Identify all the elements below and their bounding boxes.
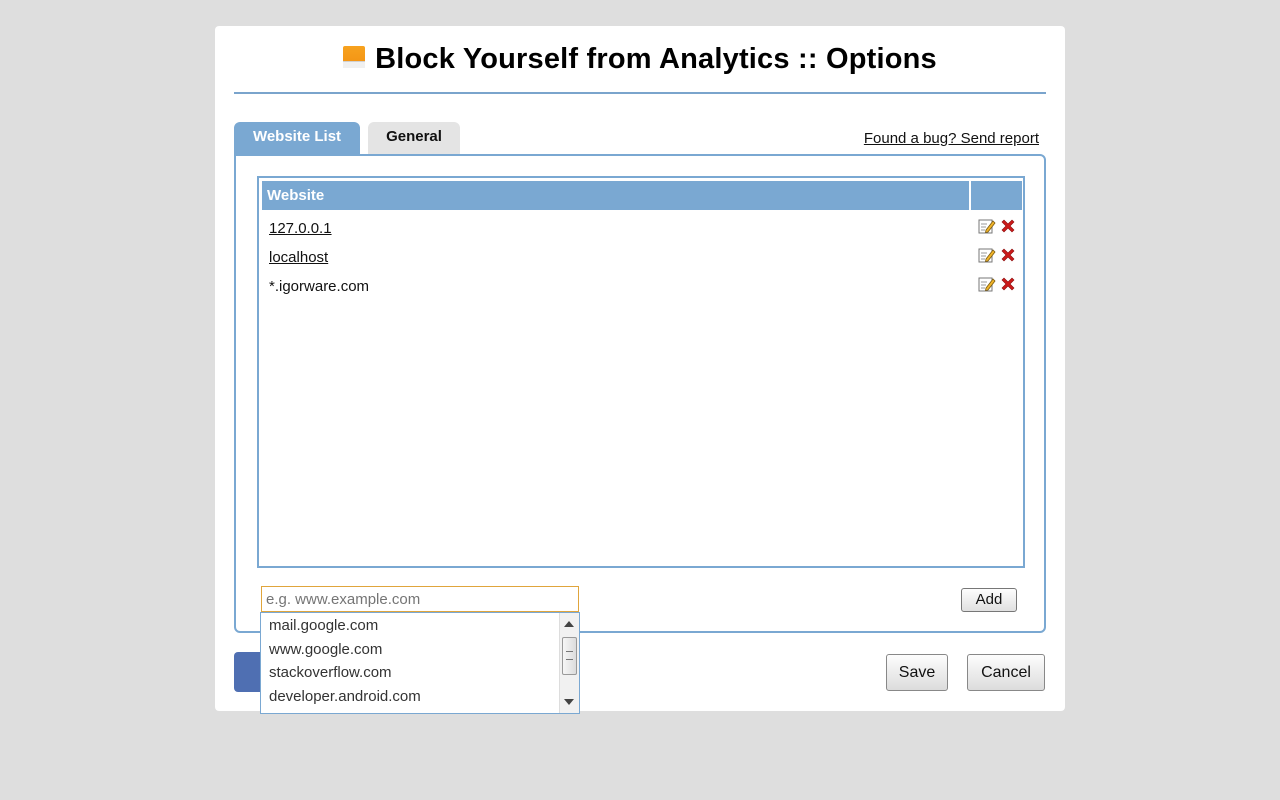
edit-icon[interactable] bbox=[978, 217, 996, 235]
send-bug-report-link[interactable]: Found a bug? Send report bbox=[864, 130, 1039, 147]
delete-icon[interactable] bbox=[999, 246, 1017, 264]
row-actions bbox=[975, 275, 1017, 293]
scroll-down-icon[interactable] bbox=[564, 699, 574, 705]
delete-icon[interactable] bbox=[999, 217, 1017, 235]
dropdown-scrollbar[interactable] bbox=[559, 613, 579, 713]
autocomplete-option[interactable]: stackoverflow.com bbox=[269, 664, 392, 681]
list-item: localhost bbox=[269, 243, 1017, 271]
autocomplete-dropdown: mail.google.com www.google.com stackover… bbox=[260, 612, 580, 714]
website-link[interactable]: localhost bbox=[269, 249, 328, 266]
page-header: Block Yourself from Analytics :: Options bbox=[234, 26, 1046, 94]
add-button[interactable]: Add bbox=[961, 588, 1017, 612]
options-panel: Block Yourself from Analytics :: Options… bbox=[215, 26, 1065, 711]
tab-bar: Website List General bbox=[234, 122, 468, 154]
scroll-thumb[interactable] bbox=[562, 637, 577, 675]
autocomplete-option[interactable]: mail.google.com bbox=[269, 617, 378, 634]
tab-content-website-list: Website 127.0.0.1 localhost *.igorware.c… bbox=[234, 154, 1046, 633]
page-title: Block Yourself from Analytics :: Options bbox=[375, 42, 937, 75]
list-item: 127.0.0.1 bbox=[269, 214, 1017, 242]
website-text: *.igorware.com bbox=[269, 278, 370, 295]
website-input[interactable] bbox=[261, 586, 579, 612]
row-actions bbox=[975, 217, 1017, 235]
analytics-logo-icon bbox=[343, 46, 366, 68]
column-header-website: Website bbox=[267, 187, 325, 204]
tab-general[interactable]: General bbox=[368, 122, 460, 154]
website-link[interactable]: 127.0.0.1 bbox=[269, 220, 332, 237]
tab-website-list[interactable]: Website List bbox=[234, 122, 360, 154]
cancel-button[interactable]: Cancel bbox=[967, 654, 1045, 691]
edit-icon[interactable] bbox=[978, 275, 996, 293]
row-actions bbox=[975, 246, 1017, 264]
scroll-up-icon[interactable] bbox=[564, 621, 574, 627]
autocomplete-option[interactable]: developer.android.com bbox=[269, 688, 421, 705]
edit-icon[interactable] bbox=[978, 246, 996, 264]
list-item: *.igorware.com bbox=[269, 272, 1017, 300]
column-separator bbox=[969, 181, 971, 210]
website-list: Website 127.0.0.1 localhost *.igorware.c… bbox=[257, 176, 1025, 568]
autocomplete-option[interactable]: www.google.com bbox=[269, 641, 382, 658]
delete-icon[interactable] bbox=[999, 275, 1017, 293]
save-button[interactable]: Save bbox=[886, 654, 948, 691]
list-header: Website bbox=[262, 181, 1022, 210]
